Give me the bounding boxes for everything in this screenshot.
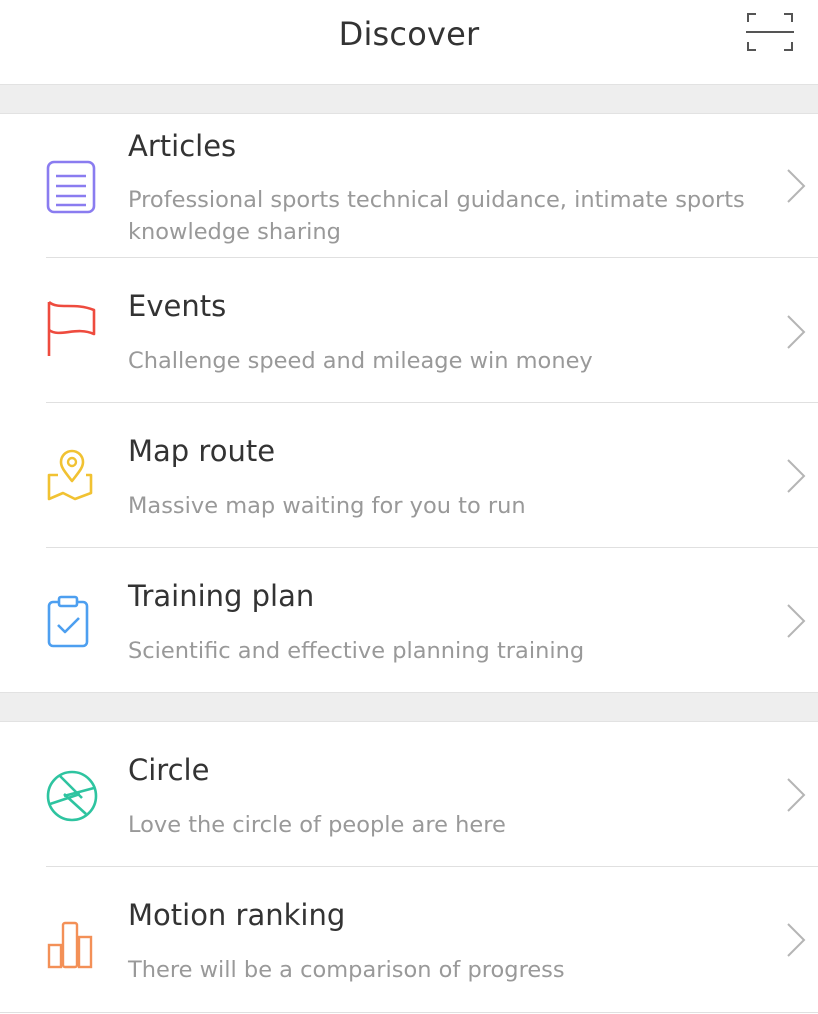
item-description: Challenge speed and mileage win money: [128, 348, 593, 374]
section-divider: [0, 692, 818, 722]
list-item-circle[interactable]: Circle Love the circle of people are her…: [0, 722, 818, 866]
bar-chart-icon: [42, 911, 102, 971]
item-description: Professional sports technical guidance, …: [128, 187, 745, 245]
item-title: Training plan: [128, 579, 315, 613]
item-description: Massive map waiting for you to run: [128, 493, 526, 519]
chevron-right-icon: [784, 456, 808, 496]
map-pin-icon: [42, 447, 102, 507]
top-bar: Discover: [0, 0, 818, 84]
item-description: There will be a comparison of progress: [128, 957, 565, 983]
chevron-right-icon: [784, 920, 808, 960]
item-title: Circle: [128, 753, 210, 787]
chevron-right-icon: [784, 166, 808, 206]
clipboard-check-icon: [42, 594, 102, 654]
list-item-training-plan[interactable]: Training plan Scientific and effective p…: [0, 548, 818, 692]
chevron-right-icon: [784, 601, 808, 641]
article-list-icon: [42, 158, 102, 218]
item-title: Articles: [128, 129, 237, 163]
flag-icon: [42, 298, 102, 358]
aperture-icon: [42, 766, 102, 826]
item-title: Events: [128, 289, 227, 323]
row-separator: [0, 1012, 818, 1013]
scan-icon[interactable]: [746, 12, 794, 52]
chevron-right-icon: [784, 312, 808, 352]
list-item-motion-ranking[interactable]: Motion ranking There will be a compariso…: [0, 867, 818, 1012]
list-item-map-route[interactable]: Map route Massive map waiting for you to…: [0, 403, 818, 548]
page-title: Discover: [338, 15, 480, 53]
section-divider: [0, 84, 818, 114]
list-item-events[interactable]: Events Challenge speed and mileage win m…: [0, 258, 818, 402]
item-title: Map route: [128, 434, 276, 468]
list-item-articles[interactable]: Articles Professional sports technical g…: [0, 114, 818, 258]
chevron-right-icon: [784, 775, 808, 815]
item-description: Love the circle of people are here: [128, 812, 506, 838]
item-description: Scientific and effective planning traini…: [128, 638, 585, 664]
item-title: Motion ranking: [128, 898, 346, 932]
